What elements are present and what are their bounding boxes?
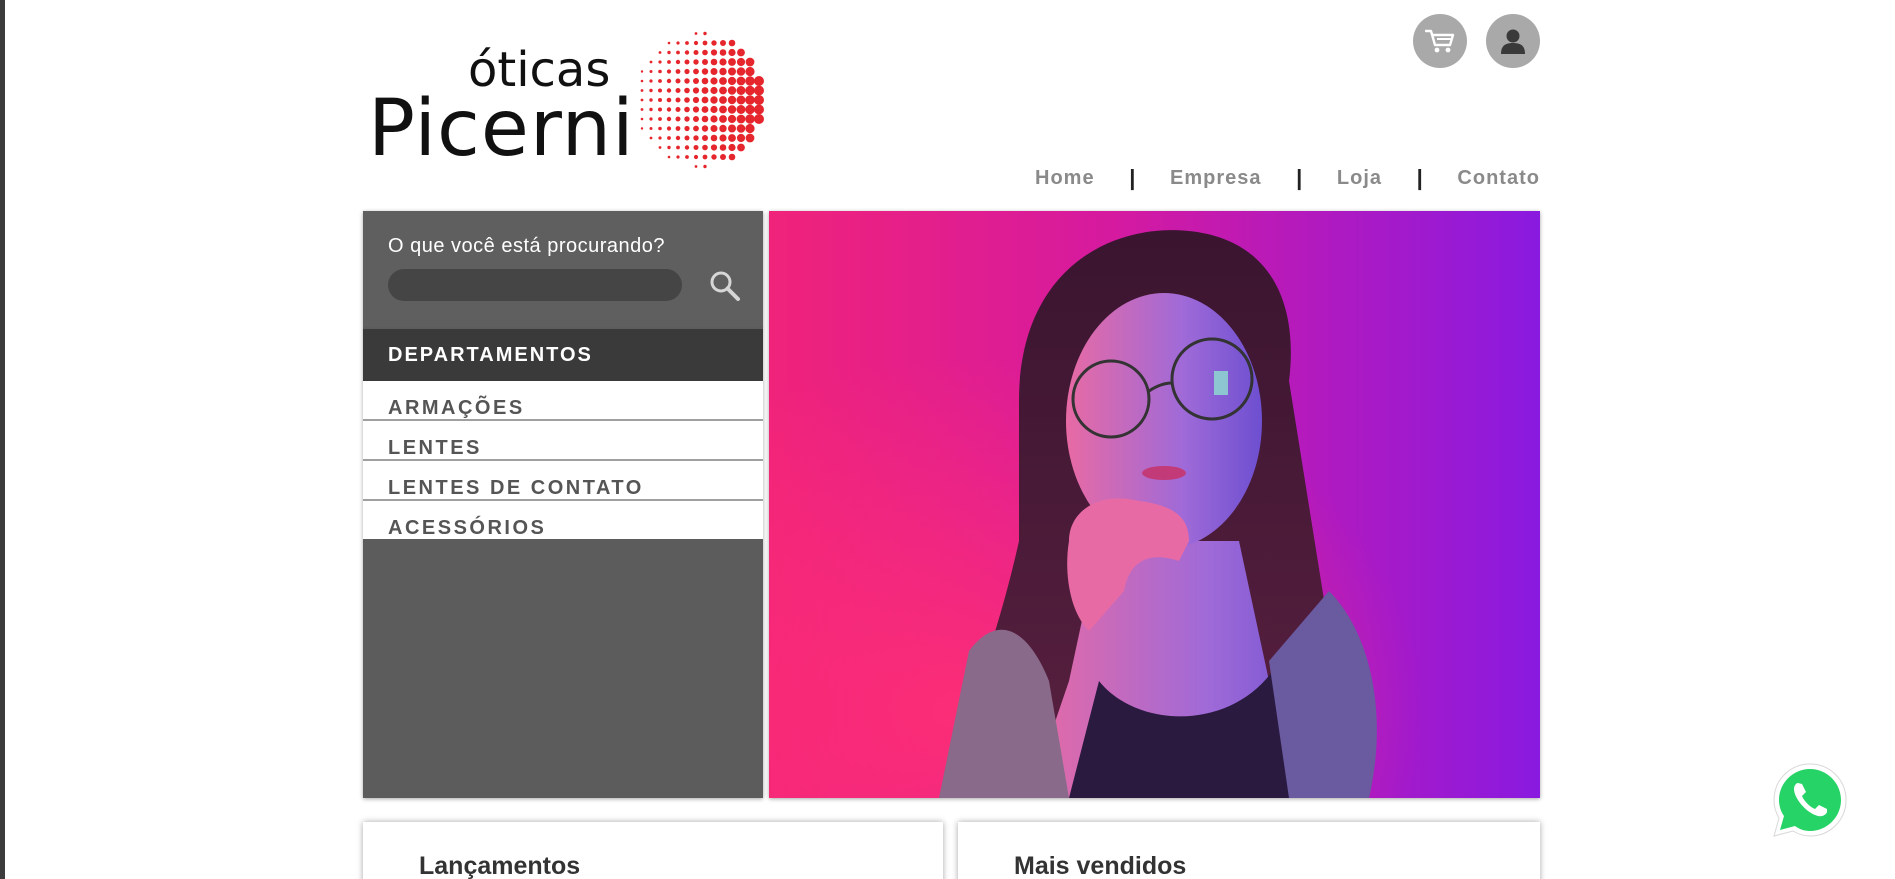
user-icon — [1501, 29, 1525, 54]
brand-line2: Picerni — [368, 84, 635, 174]
nav-home[interactable]: Home — [1035, 167, 1095, 190]
department-label: ARMAÇÕES — [388, 397, 525, 419]
section-title-mais-vendidos: Mais vendidos — [1014, 852, 1187, 879]
nav-separator: | — [1129, 165, 1136, 190]
nav-separator: | — [1416, 165, 1423, 190]
department-item-armacoes[interactable]: ARMAÇÕES — [363, 381, 763, 421]
brand-logo[interactable]: óticas Picerni — [368, 12, 788, 192]
hero-photo — [769, 211, 1540, 798]
search-input[interactable] — [388, 269, 682, 301]
departments-title: DEPARTAMENTOS — [388, 344, 593, 366]
hero-banner[interactable] — [769, 211, 1540, 798]
nav-loja[interactable]: Loja — [1337, 167, 1382, 190]
department-item-lentes[interactable]: LENTES — [363, 421, 763, 461]
department-label: LENTES — [388, 437, 482, 459]
search-panel: O que você está procurando? — [363, 211, 763, 327]
search-button[interactable] — [708, 269, 742, 303]
departments-header: DEPARTAMENTOS — [363, 329, 763, 381]
whatsapp-icon — [1773, 763, 1847, 837]
user-button[interactable] — [1486, 14, 1540, 68]
nav-empresa[interactable]: Empresa — [1170, 167, 1262, 190]
cart-icon — [1425, 29, 1455, 53]
cart-button[interactable] — [1413, 14, 1467, 68]
nav-separator: | — [1296, 165, 1303, 190]
globe-logo-icon — [640, 31, 764, 169]
sidebar: O que você está procurando? DEPARTAMENTO… — [363, 211, 763, 798]
section-title-lancamentos: Lançamentos — [419, 852, 581, 879]
search-icon — [710, 271, 740, 301]
department-item-acessorios[interactable]: ACESSÓRIOS — [363, 501, 763, 539]
department-label: ACESSÓRIOS — [388, 517, 547, 539]
section-card-mais-vendidos: Mais vendidos — [958, 822, 1540, 879]
departments-list: ARMAÇÕES LENTES LENTES DE CONTATO ACESSÓ… — [363, 381, 763, 539]
main-nav: Home | Empresa | Loja | Contato — [1035, 163, 1540, 193]
search-label: O que você está procurando? — [388, 235, 666, 257]
department-item-lentes-de-contato[interactable]: LENTES DE CONTATO — [363, 461, 763, 501]
department-label: LENTES DE CONTATO — [388, 477, 644, 499]
page: óticas Picerni Home | Empresa | Loja | C… — [5, 0, 1895, 879]
nav-contato[interactable]: Contato — [1457, 167, 1540, 190]
whatsapp-button[interactable] — [1770, 760, 1850, 840]
section-card-lancamentos: Lançamentos — [363, 822, 943, 879]
